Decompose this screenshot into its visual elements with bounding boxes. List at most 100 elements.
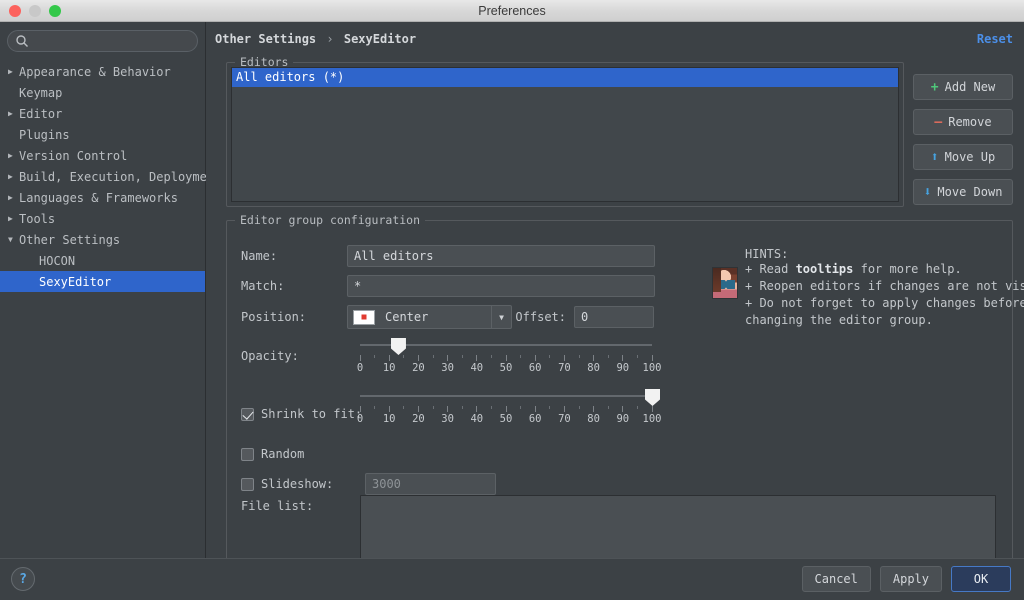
list-item[interactable]: All editors (*) xyxy=(232,68,898,87)
slider-tick-label: 90 xyxy=(616,413,630,425)
settings-sidebar: ▶ Appearance & Behavior Keymap ▶ Editor Plugi… xyxy=(0,22,221,600)
sidebar-item-label: Appearance & Behavior xyxy=(19,64,171,79)
slider-tick xyxy=(447,406,449,412)
cancel-button[interactable]: Cancel xyxy=(801,566,871,592)
slider-tick-label: 70 xyxy=(558,362,571,374)
button-label: Remove xyxy=(948,115,992,129)
sidebar-item-tools[interactable]: ▶ Tools xyxy=(0,208,205,229)
slideshow-checkbox[interactable] xyxy=(241,477,254,491)
shrink-to-fit-checkbox[interactable] xyxy=(241,407,254,421)
hint-emphasis: tooltips xyxy=(795,262,854,276)
breadcrumb-parent[interactable]: Other Settings xyxy=(215,32,316,46)
chevron-down-icon[interactable]: ▼ xyxy=(491,306,511,328)
sidebar-item-keymap[interactable]: Keymap xyxy=(0,82,205,103)
breadcrumb: Other Settings › SexyEditor xyxy=(215,32,416,46)
position-row: Position: Center ▼ Offset: xyxy=(227,305,767,329)
sidebar-item-label: Editor xyxy=(19,106,63,121)
reset-link[interactable]: Reset xyxy=(977,32,1013,46)
sidebar-item-build-execution-deployment[interactable]: ▶ Build, Execution, Deployment xyxy=(0,166,221,187)
slider-tick xyxy=(359,406,361,412)
slider-tick-minor xyxy=(374,406,376,409)
opacity-slider-labels: 0 10 20 30 40 50 60 70 80 90 100 xyxy=(356,362,662,376)
opacity-label: Opacity: xyxy=(241,349,299,363)
search-box[interactable] xyxy=(7,30,198,52)
slider-tick-label: 70 xyxy=(558,413,571,425)
chevron-right-icon[interactable]: ▶ xyxy=(8,109,19,118)
move-up-button[interactable]: ⬆ Move Up xyxy=(913,144,1013,170)
help-button[interactable]: ? xyxy=(11,567,35,591)
sidebar-item-other-settings[interactable]: ▼ Other Settings xyxy=(0,229,205,250)
add-new-button[interactable]: + Add New xyxy=(913,74,1013,100)
config-group-title: Editor group configuration xyxy=(235,213,426,227)
button-label: Move Up xyxy=(944,150,996,164)
name-input[interactable] xyxy=(347,245,655,267)
position-center-icon xyxy=(353,309,375,325)
sidebar-item-plugins[interactable]: Plugins xyxy=(0,124,205,145)
avatar xyxy=(712,267,738,299)
match-row: Match: xyxy=(227,275,677,297)
chevron-right-icon[interactable]: ▶ xyxy=(8,67,19,76)
sidebar-item-editor[interactable]: ▶ Editor xyxy=(0,103,205,124)
editor-group-configuration-groupbox: Editor group configuration Name: Match: … xyxy=(226,213,1024,580)
random-checkbox[interactable] xyxy=(241,447,254,461)
hint-text-suffix: for more help. xyxy=(853,262,962,276)
slider-tick-label: 30 xyxy=(441,413,454,425)
chevron-right-icon[interactable]: ▶ xyxy=(8,193,19,202)
offset-label: Offset: xyxy=(515,310,566,324)
window-titlebar: Preferences xyxy=(0,0,1024,22)
shrink-slider-track[interactable] xyxy=(360,395,652,397)
slider-tick-label: 30 xyxy=(441,362,454,374)
chevron-right-icon[interactable]: ▶ xyxy=(8,151,19,160)
minus-icon: — xyxy=(934,114,943,130)
slider-tick xyxy=(505,355,507,361)
random-row: Random xyxy=(227,447,304,461)
remove-button[interactable]: — Remove xyxy=(913,109,1013,135)
ok-button[interactable]: OK xyxy=(951,566,1011,592)
plus-icon: + xyxy=(930,79,939,95)
position-label: Position: xyxy=(241,310,307,324)
shrink-to-fit-label: Shrink to fit: xyxy=(261,407,363,421)
sidebar-item-hocon[interactable]: HOCON xyxy=(0,250,205,271)
slider-tick-label: 60 xyxy=(528,362,542,374)
slider-tick-label: 80 xyxy=(587,413,600,425)
chevron-down-icon[interactable]: ▼ xyxy=(8,235,19,244)
slider-tick-minor xyxy=(432,355,434,358)
slider-tick xyxy=(447,355,449,361)
move-down-button[interactable]: ⬇ Move Down xyxy=(913,179,1013,205)
apply-button[interactable]: Apply xyxy=(879,566,942,592)
breadcrumb-row: Other Settings › SexyEditor Reset xyxy=(215,30,1013,48)
search-input[interactable] xyxy=(29,32,197,50)
slider-tick-minor xyxy=(636,355,638,358)
sidebar-item-sexyeditor[interactable]: SexyEditor xyxy=(0,271,205,292)
editors-list[interactable]: All editors (*) xyxy=(231,67,899,202)
chevron-right-icon[interactable]: ▶ xyxy=(8,214,19,223)
shrink-slider-thumb[interactable] xyxy=(645,389,660,406)
slideshow-input[interactable] xyxy=(365,473,496,495)
match-label: Match: xyxy=(241,279,285,293)
sidebar-item-appearance-behavior[interactable]: ▶ Appearance & Behavior xyxy=(0,61,205,82)
dialog-footer: ? Cancel Apply OK xyxy=(0,558,1024,600)
slider-tick xyxy=(622,355,624,361)
arrow-down-icon: ⬇ xyxy=(923,184,932,200)
slider-tick-minor xyxy=(520,406,522,409)
file-list-label: File list: xyxy=(241,499,314,513)
position-selected-value: Center xyxy=(385,310,429,324)
button-label: Add New xyxy=(944,80,996,94)
chevron-right-icon[interactable]: ▶ xyxy=(8,172,19,181)
slider-tick-minor xyxy=(432,406,434,409)
sidebar-item-version-control[interactable]: ▶ Version Control xyxy=(0,145,205,166)
slider-tick xyxy=(476,406,478,412)
slider-tick-label: 100 xyxy=(642,413,662,425)
slider-tick xyxy=(505,406,507,412)
match-input[interactable] xyxy=(347,275,655,297)
offset-input[interactable] xyxy=(574,306,654,328)
slider-tick-label: 40 xyxy=(470,362,484,374)
sidebar-item-languages-frameworks[interactable]: ▶ Languages & Frameworks xyxy=(0,187,205,208)
random-label: Random xyxy=(261,447,305,461)
position-dropdown[interactable]: Center ▼ xyxy=(347,305,512,329)
slider-tick xyxy=(534,355,536,361)
slider-tick xyxy=(417,355,419,361)
slider-tick-label: 0 xyxy=(356,362,364,374)
slider-tick-minor xyxy=(403,406,405,409)
slider-tick-label: 60 xyxy=(528,413,542,425)
